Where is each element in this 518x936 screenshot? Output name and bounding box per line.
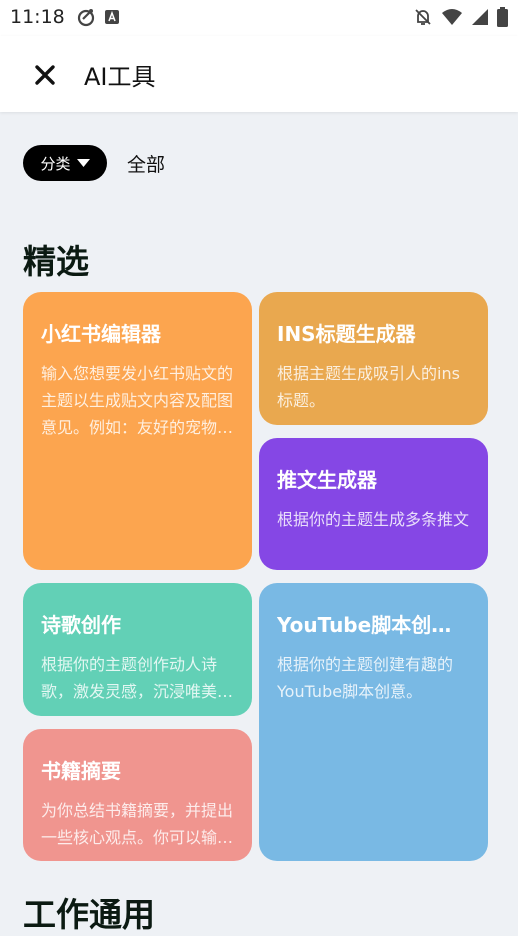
category-filter-chip[interactable]: 分类 (23, 145, 107, 181)
battery-icon (497, 7, 508, 31)
caret-down-icon (76, 159, 90, 167)
tool-card-tweet-generator[interactable]: 推文生成器 根据你的主题生成多条推文 (259, 438, 488, 570)
app-bar: AI工具 (0, 36, 518, 112)
close-icon (35, 65, 55, 85)
card-description: 根据主题生成吸引人的ins标题。 (277, 364, 460, 410)
filter-row: 分类 全部 (23, 145, 165, 181)
category-chip-label: 分类 (40, 154, 71, 173)
tool-card-book-summary[interactable]: 书籍摘要 为你总结书籍摘要，并提出一些核心观点。你可以输入书名 (23, 729, 252, 861)
status-time: 11:18 (10, 6, 65, 28)
robot-vacuum-icon (76, 7, 96, 31)
card-title: INS标题生成器 (277, 322, 416, 346)
wifi-icon (441, 8, 463, 30)
signal-icon (471, 8, 489, 30)
card-description: 根据你的主题生成多条推文 (277, 510, 470, 529)
filter-all-option[interactable]: 全部 (127, 150, 165, 177)
tool-card-poetry[interactable]: 诗歌创作 根据你的主题创作动人诗歌，激发灵感，沉浸唯美意境 (23, 583, 252, 716)
text-box-icon (104, 9, 120, 29)
card-description: 根据你的主题创作动人诗歌，激发灵感，沉浸唯美意境 (41, 655, 234, 701)
card-description: 输入您想要发小红书贴文的主题以生成贴文内容及配图意见。例如：友好的宠物店推荐 (41, 364, 234, 437)
card-title: 书籍摘要 (41, 759, 121, 783)
card-description: 根据你的主题创建有趣的YouTube脚本创意。 (277, 655, 454, 701)
card-title: YouTube脚本创作器 (277, 613, 471, 637)
tool-card-xiaohongshu[interactable]: 小红书编辑器 输入您想要发小红书贴文的主题以生成贴文内容及配图意见。例如：友好的… (23, 292, 252, 570)
page-title: AI工具 (84, 63, 156, 91)
section-title-featured: 精选 (23, 242, 89, 281)
tool-card-ins-title[interactable]: INS标题生成器 根据主题生成吸引人的ins标题。 (259, 292, 488, 425)
close-button[interactable] (28, 58, 62, 92)
section-title-work: 工作通用 (23, 895, 155, 934)
card-title: 小红书编辑器 (41, 322, 161, 346)
tool-card-youtube-script[interactable]: YouTube脚本创作器 根据你的主题创建有趣的YouTube脚本创意。 (259, 583, 488, 861)
card-title: 诗歌创作 (41, 613, 121, 637)
card-description: 为你总结书籍摘要，并提出一些核心观点。你可以输入书名 (41, 801, 234, 847)
notifications-off-icon (413, 7, 433, 31)
card-title: 推文生成器 (277, 468, 377, 492)
status-bar: 11:18 (0, 0, 518, 36)
